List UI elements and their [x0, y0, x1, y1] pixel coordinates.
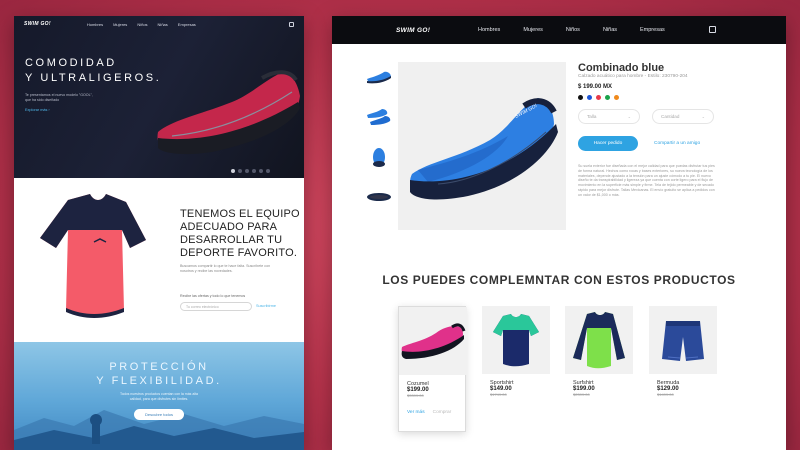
- color-swatches: [578, 95, 619, 100]
- discover-button[interactable]: Descubre todos: [134, 409, 184, 420]
- thumbnail-pair[interactable]: [365, 104, 393, 130]
- nav-item-mujeres[interactable]: Mujeres: [523, 27, 543, 33]
- newsletter-label: Recibe las ofertas y todo lo que tenemos: [180, 294, 246, 298]
- hero-carousel-dots: [231, 169, 270, 173]
- nav-item-hombres[interactable]: Hombres: [87, 22, 103, 27]
- thumbnail-side[interactable]: [365, 64, 393, 90]
- product-subtitle: Calzado acuático para hombre - Estilo: 2…: [578, 74, 688, 79]
- landing-nav-menu: Hombres Mujeres Niños Niñas Empresas: [87, 22, 196, 27]
- color-swatch-black[interactable]: [578, 95, 583, 100]
- nav-item-ninas[interactable]: Niñas: [603, 27, 617, 33]
- card-actions: Ver más Comprar: [399, 410, 465, 415]
- card-image: [565, 306, 633, 374]
- proteccion-title: PROTECCIÓN Y FLEXIBILIDAD.: [96, 361, 222, 387]
- nav-item-ninas[interactable]: Niñas: [158, 22, 168, 27]
- proteccion-section: PROTECCIÓN Y FLEXIBILIDAD. Todos nuestro…: [14, 342, 304, 450]
- equipo-section: TENEMOS EL EQUIPO ADECUADO PARA DESARROL…: [14, 178, 304, 342]
- product-card-cozumel[interactable]: Cozumel $199.00 $3399.00 Ver más Comprar: [398, 306, 467, 432]
- nav-item-ninos[interactable]: Niños: [566, 27, 580, 33]
- quantity-select-label: Cantidad: [661, 114, 680, 119]
- hero-explore-link[interactable]: Explorar más ›: [25, 108, 50, 112]
- card-old-price: $1499.00: [657, 392, 674, 397]
- product-page-mockup: SWIM GO! Hombres Mujeres Niños Niñas Emp…: [332, 16, 786, 450]
- color-swatch-green[interactable]: [605, 95, 610, 100]
- quantity-select[interactable]: Cantidad ⌄: [652, 109, 714, 124]
- equipo-title: TENEMOS EL EQUIPO ADECUADO PARA DESARROL…: [180, 208, 300, 259]
- rashguard-shirt-image: [40, 194, 146, 318]
- product-card-surfshirt[interactable]: Surfshirt $199.00 $2399.00: [565, 306, 633, 397]
- carousel-dot[interactable]: [231, 169, 235, 173]
- card-image: [399, 307, 467, 375]
- product-title: Combinado blue: [578, 62, 665, 74]
- nav-item-mujeres[interactable]: Mujeres: [113, 22, 127, 27]
- product-nav: SWIM GO! Hombres Mujeres Niños Niñas Emp…: [332, 16, 786, 44]
- shopping-bag-icon[interactable]: [709, 26, 716, 33]
- chevron-down-icon: ⌄: [701, 114, 705, 119]
- nav-item-hombres[interactable]: Hombres: [478, 27, 500, 33]
- hero-shoe-image: [157, 70, 300, 155]
- product-main-image: SWIM GO!: [398, 62, 566, 230]
- hero-title: COMODIDAD Y ULTRALIGEROS.: [25, 57, 162, 84]
- proteccion-description: Todos nuestros productos cuentan con la …: [119, 392, 199, 401]
- landing-hero: SWIM GO! Hombres Mujeres Niños Niñas Emp…: [14, 16, 304, 178]
- brand-logo[interactable]: SWIM GO!: [24, 21, 51, 27]
- thumbnail-sole[interactable]: [365, 184, 393, 210]
- card-old-price: $1749.00: [490, 392, 507, 397]
- see-more-link[interactable]: Ver más: [407, 410, 425, 415]
- carousel-dot[interactable]: [266, 169, 270, 173]
- size-select-label: Talla: [587, 114, 597, 119]
- share-link[interactable]: Compartir a un amigo: [654, 141, 700, 146]
- water-shoe-image: SWIM GO!: [410, 98, 558, 200]
- carousel-dot[interactable]: [259, 169, 263, 173]
- landing-nav: SWIM GO! Hombres Mujeres Niños Niñas Emp…: [14, 16, 304, 32]
- product-card-bermuda[interactable]: Bermuda $129.00 $1499.00: [649, 306, 717, 397]
- product-card-sportshirt[interactable]: Sportshirt $149.00 $1749.00: [482, 306, 550, 397]
- product-description: Su suela exterior fue diseñada con el me…: [578, 164, 715, 197]
- card-image: [482, 306, 550, 374]
- nav-item-ninos[interactable]: Niños: [137, 22, 147, 27]
- newsletter-email-input[interactable]: Tu correo electrónico: [180, 302, 252, 311]
- buy-link[interactable]: Comprar: [433, 410, 452, 415]
- subscribe-link[interactable]: Suscribirme: [256, 304, 276, 308]
- card-image: [649, 306, 717, 374]
- chevron-down-icon: ⌄: [627, 114, 631, 119]
- product-nav-menu: Hombres Mujeres Niños Niñas Empresas: [478, 16, 665, 44]
- recommendations-title: LOS PUEDES COMPLEMNTAR CON ESTOS PRODUCT…: [382, 273, 736, 287]
- landing-page-mockup: SWIM GO! Hombres Mujeres Niños Niñas Emp…: [14, 16, 304, 450]
- product-thumbnails: [365, 64, 393, 210]
- equipo-description: Buscamos compartir lo que te hace falta.…: [180, 264, 271, 273]
- color-swatch-blue[interactable]: [587, 95, 592, 100]
- card-old-price: $2399.00: [573, 392, 590, 397]
- carousel-dot[interactable]: [245, 169, 249, 173]
- color-swatch-red[interactable]: [596, 95, 601, 100]
- nav-item-empresas[interactable]: Empresas: [640, 27, 665, 33]
- thumbnail-front[interactable]: [365, 144, 393, 170]
- shopping-bag-icon[interactable]: [289, 21, 294, 27]
- color-swatch-orange[interactable]: [614, 95, 619, 100]
- order-button[interactable]: Hacer pedido: [578, 136, 638, 151]
- size-select[interactable]: Talla ⌄: [578, 109, 640, 124]
- brand-logo[interactable]: SWIM GO!: [396, 27, 430, 34]
- nav-item-empresas[interactable]: Empresas: [178, 22, 196, 27]
- product-price: $ 199.00 MX: [578, 84, 613, 90]
- hero-description: Te presentamos el nuevo modelo "GOOL", q…: [25, 93, 93, 102]
- card-old-price: $3399.00: [407, 393, 424, 398]
- carousel-dot[interactable]: [252, 169, 256, 173]
- carousel-dot[interactable]: [238, 169, 242, 173]
